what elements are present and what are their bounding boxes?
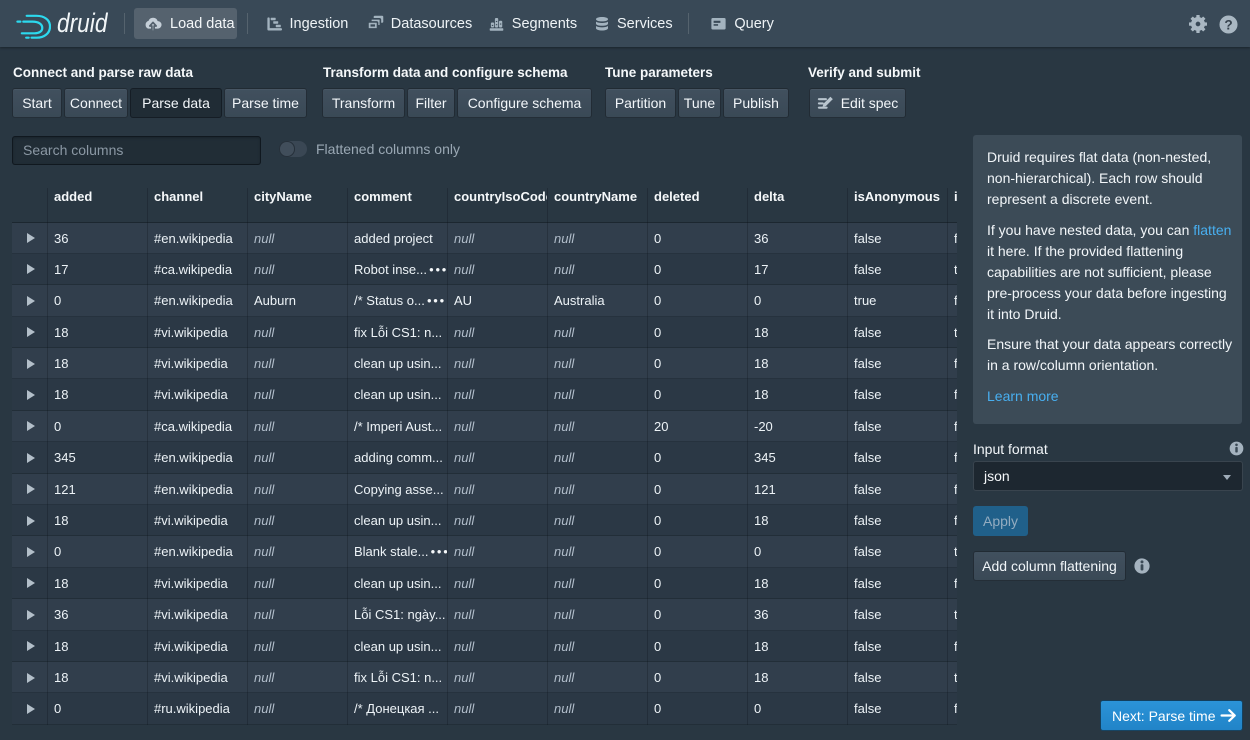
svg-text:?: ? (1224, 17, 1232, 32)
